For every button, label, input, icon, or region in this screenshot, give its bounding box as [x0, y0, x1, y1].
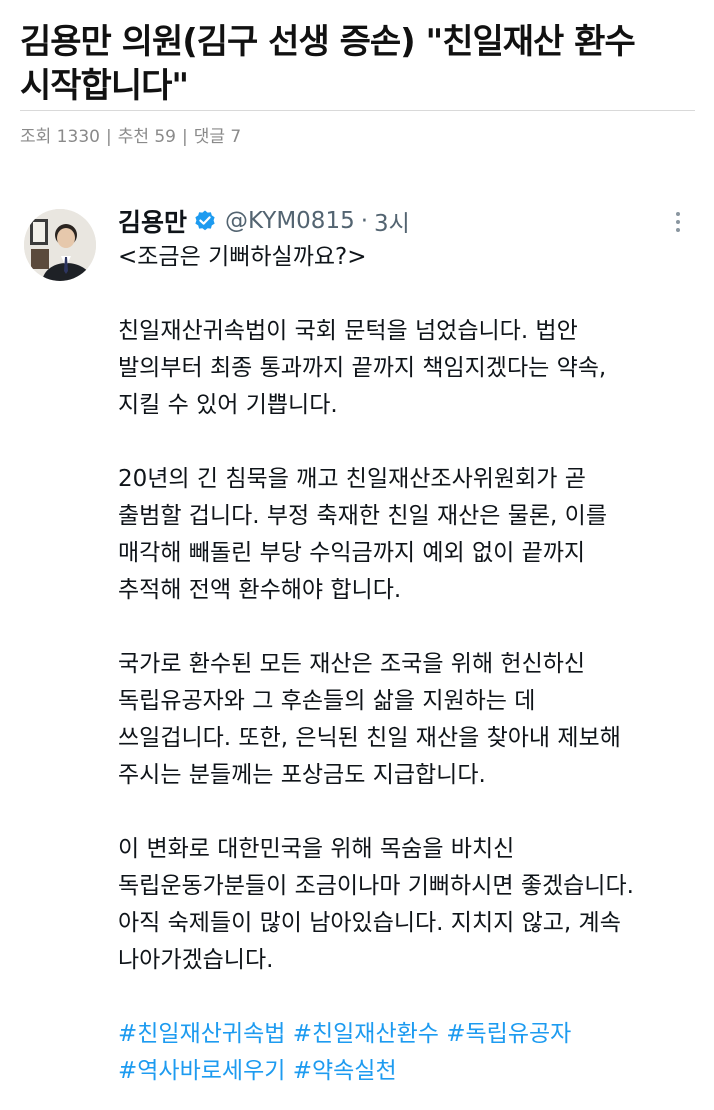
header-dot: · — [360, 208, 369, 234]
recommend-count: 추천 59 — [117, 127, 177, 147]
tweet-line: 국가로 환수된 모든 재산은 조국을 위해 헌신하신 — [118, 651, 586, 677]
article-title-line-1: 김용만 의원(김구 선생 증손) "친일재산 환수 — [20, 22, 636, 62]
meta-separator: | — [182, 127, 188, 147]
tweet-line: 출범할 겁니다. 부정 축재한 친일 재산은 물론, 이를 — [118, 503, 607, 529]
tweet-hashtags: #친일재산귀속법 #친일재산환수 #독립유공자 #역사바로세우기 #약속실천 — [118, 1016, 708, 1090]
views-count: 조회 1330 — [20, 127, 100, 147]
tweet-line: 지킬 수 있어 기쁩니다. — [118, 392, 338, 418]
tweet-line: 주시는 분들께는 포상금도 지급합니다. — [118, 762, 486, 788]
article-title: 김용만 의원(김구 선생 증손) "친일재산 환수 시작합니다" — [20, 20, 700, 108]
tweet-line: 매각해 빼돌린 부당 수익금까지 예외 없이 끝까지 — [118, 540, 586, 566]
tweet-line: 친일재산귀속법이 국회 문턱을 넘었습니다. 법안 — [118, 318, 578, 344]
more-vertical-icon[interactable] — [668, 207, 688, 237]
title-divider — [20, 110, 695, 111]
tweet-time[interactable]: 3시 — [374, 204, 410, 238]
tweet-line: 20년의 긴 침묵을 깨고 친일재산조사위원회가 곧 — [118, 466, 586, 492]
hashtag-links-line-2[interactable]: #역사바로세우기 #약속실천 — [118, 1053, 708, 1090]
tweet-line: 쓰일겁니다. 또한, 은닉된 친일 재산을 찾아내 제보해 — [118, 725, 621, 751]
tweet-paragraph: 이 변화로 대한민국을 위해 목숨을 바치신 독립운동가분들이 조금이나마 기뻐… — [118, 831, 708, 979]
tweet-paragraph: 국가로 환수된 모든 재산은 조국을 위해 헌신하신 독립유공자와 그 후손들의… — [118, 646, 708, 794]
tweet-line: 이 변화로 대한민국을 위해 목숨을 바치신 — [118, 836, 515, 862]
tweet-line: 추적해 전액 환수해야 합니다. — [118, 577, 402, 603]
tweet-line: 나아가겠습니다. — [118, 947, 274, 973]
tweet-subtitle: <조금은 기뻐하실까요?> — [118, 244, 367, 270]
tweet-paragraph: 친일재산귀속법이 국회 문턱을 넘었습니다. 법안 발의부터 최종 통과까지 끝… — [118, 313, 708, 424]
tweet-paragraph: 20년의 긴 침묵을 깨고 친일재산조사위원회가 곧 출범할 겁니다. 부정 축… — [118, 461, 708, 609]
meta-separator: | — [105, 127, 112, 147]
tweet-line: 아직 숙제들이 많이 남아있습니다. 지치지 않고, 계속 — [118, 910, 621, 936]
article-meta: 조회 1330 | 추천 59 | 댓글 7 — [20, 125, 241, 149]
tweet-line: 독립유공자와 그 후손들의 삶을 지원하는 데 — [118, 688, 536, 714]
comments-count[interactable]: 댓글 7 — [194, 127, 242, 147]
article-title-line-2: 시작합니다" — [20, 66, 189, 106]
author-avatar[interactable] — [24, 209, 96, 281]
author-handle[interactable]: @KYM0815 — [225, 208, 355, 234]
author-name[interactable]: 김용만 — [118, 203, 187, 239]
tweet-line: 발의부터 최종 통과까지 끝까지 책임지겠다는 약속, — [118, 355, 607, 381]
tweet-header: 김용만 @KYM0815 · 3시 — [118, 201, 410, 241]
tweet-line: 독립운동가분들이 조금이나마 기뻐하시면 좋겠습니다. — [118, 873, 634, 899]
tweet-text: <조금은 기뻐하실까요?> 친일재산귀속법이 국회 문턱을 넘었습니다. 법안 … — [118, 239, 708, 1090]
hashtag-links-line-1[interactable]: #친일재산귀속법 #친일재산환수 #독립유공자 — [118, 1016, 708, 1053]
verified-badge-icon — [193, 209, 217, 233]
profile-photo — [24, 209, 96, 281]
